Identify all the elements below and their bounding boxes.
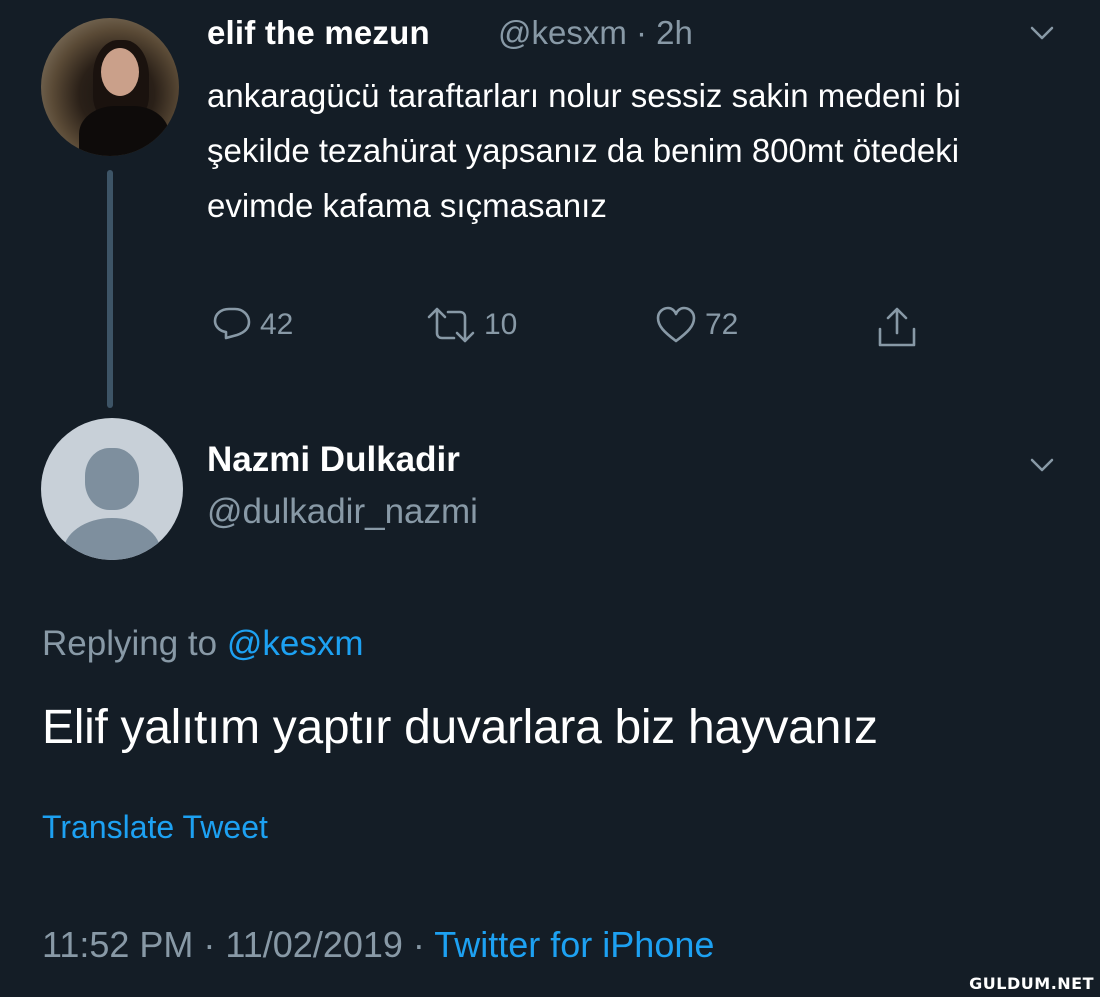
tweet-meta: 11:52 PM · 11/02/2019 · Twitter for iPho… [42,924,714,966]
like-button[interactable]: 72 [655,305,738,345]
like-icon [656,306,696,343]
chevron-down-icon[interactable] [1029,452,1055,478]
retweet-button[interactable]: 10 [426,305,517,345]
timestamp: 11:52 PM · 11/02/2019 · [42,924,435,965]
reply-icon [213,307,251,340]
author-name[interactable]: elif the mezun [207,14,430,52]
thread-line [107,170,113,408]
translate-tweet-link[interactable]: Translate Tweet [42,809,268,846]
watermark: GULDUM.NET [969,974,1094,993]
source-link[interactable]: Twitter for iPhone [434,924,714,965]
reply-author-handle[interactable]: @dulkadir_nazmi [207,492,478,532]
retweet-icon [427,307,475,343]
avatar-elif[interactable] [41,18,179,156]
reply-text: Elif yalıtım yaptır duvarlara biz hayvan… [42,701,878,754]
replying-mention-link[interactable]: @kesxm [227,624,364,663]
avatar-default[interactable] [41,418,183,560]
share-icon [878,307,916,347]
author-handle-time[interactable]: @kesxm · 2h [498,14,693,52]
like-count: 72 [705,308,739,341]
share-button[interactable] [875,305,919,349]
retweet-count: 10 [484,308,518,341]
replying-to: Replying to @kesxm [42,624,364,664]
reply-author-name[interactable]: Nazmi Dulkadir [207,440,460,480]
chevron-down-icon[interactable] [1029,20,1055,46]
tweet-text: ankaragücü taraftarları nolur sessiz sak… [207,77,961,224]
reply-count: 42 [260,308,294,341]
reply-button[interactable]: 42 [212,305,293,345]
replying-prefix: Replying to [42,624,218,663]
